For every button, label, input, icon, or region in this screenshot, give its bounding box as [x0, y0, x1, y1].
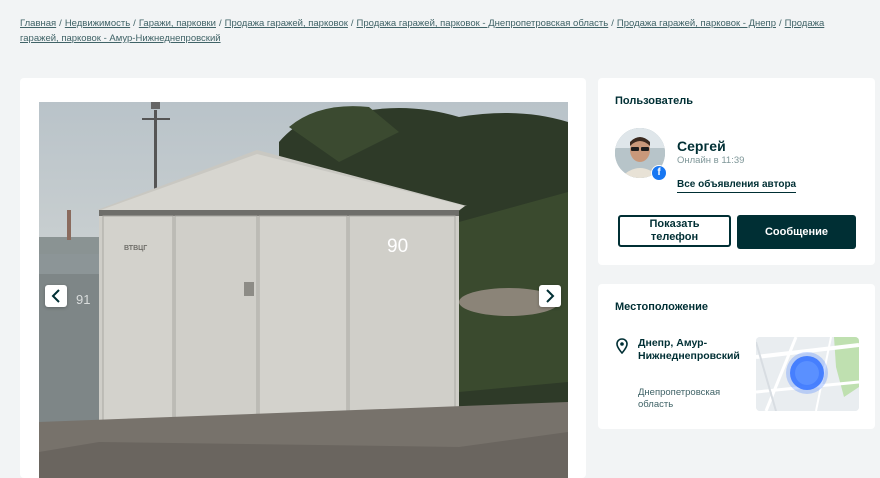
breadcrumb-garages[interactable]: Гаражи, парковки — [139, 18, 216, 29]
gallery-card: ВТВЦГ 90 91 — [20, 78, 586, 478]
chevron-right-icon — [546, 289, 555, 303]
breadcrumb-home[interactable]: Главная — [20, 18, 56, 29]
gallery-next-button[interactable] — [539, 285, 561, 307]
show-phone-button[interactable]: Показать телефон — [618, 215, 731, 247]
breadcrumb-city[interactable]: Продажа гаражей, парковок - Днепр — [617, 18, 776, 29]
breadcrumb: Главная / Недвижимость / Гаражи, парковки / Пр… — [20, 18, 825, 44]
message-button[interactable]: Сообщение — [737, 215, 856, 249]
location-city: Днепр, Амур-Нижнеднепровский — [638, 337, 740, 362]
chevron-left-icon — [51, 289, 60, 303]
location-pin-icon — [616, 338, 628, 354]
neighbour-number-label: 91 — [76, 292, 90, 307]
breadcrumb-real-estate[interactable]: Недвижимость — [65, 18, 130, 29]
facebook-icon: f — [651, 165, 667, 181]
gallery-prev-button[interactable] — [45, 285, 67, 307]
all-author-ads-link[interactable]: Все объявления автора — [677, 179, 797, 193]
listing-photo[interactable]: ВТВЦГ 90 91 — [39, 102, 568, 478]
location-card: Местоположение Днепр, Амур-Нижнеднепровс… — [598, 284, 875, 429]
user-online-status: Онлайн в 11:39 — [677, 155, 745, 166]
location-region: Днепропетровская область — [638, 387, 721, 410]
door-brand-label: ВТВЦГ — [124, 245, 147, 252]
breadcrumb-garage-sale[interactable]: Продажа гаражей, парковок — [225, 18, 348, 29]
location-map[interactable] — [756, 337, 859, 411]
user-section-title: Пользователь — [615, 95, 694, 107]
garage-number-label: 90 — [387, 236, 408, 257]
location-section-title: Местоположение — [615, 301, 709, 313]
user-card: Пользователь f Сергей Онлайн в 11:39 Все… — [598, 78, 875, 265]
breadcrumb-region[interactable]: Продажа гаражей, парковок - Днепропетров… — [357, 18, 609, 29]
user-name: Сергей — [677, 138, 726, 154]
